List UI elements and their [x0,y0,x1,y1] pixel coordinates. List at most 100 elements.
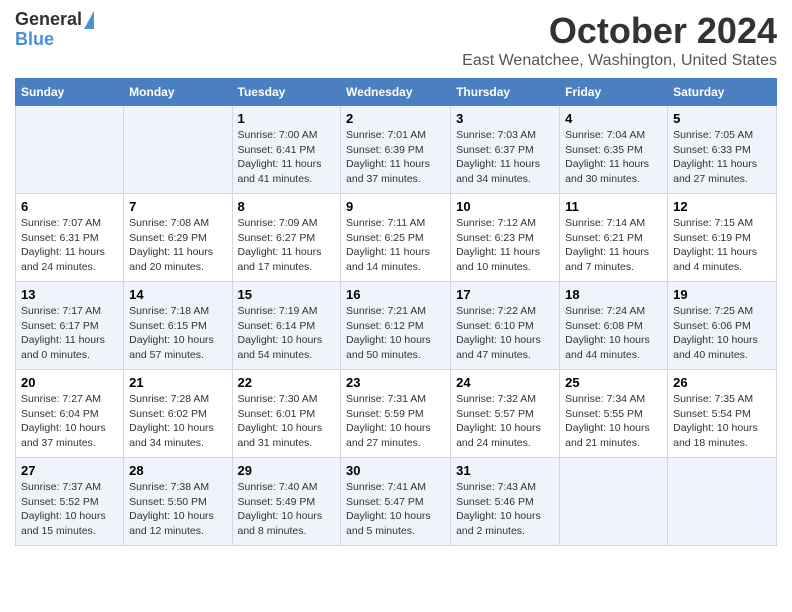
day-cell: 7 Sunrise: 7:08 AMSunset: 6:29 PMDaylight… [124,194,232,282]
day-info: Sunrise: 7:11 AMSunset: 6:25 PMDaylight:… [346,216,445,275]
day-info: Sunrise: 7:27 AMSunset: 6:04 PMDaylight:… [21,392,118,451]
week-row-3: 13 Sunrise: 7:17 AMSunset: 6:17 PMDayligh… [16,282,777,370]
day-info: Sunrise: 7:03 AMSunset: 6:37 PMDaylight:… [456,128,554,187]
day-cell: 22 Sunrise: 7:30 AMSunset: 6:01 PMDayligh… [232,370,341,458]
day-cell: 25 Sunrise: 7:34 AMSunset: 5:55 PMDayligh… [560,370,668,458]
week-row-4: 20 Sunrise: 7:27 AMSunset: 6:04 PMDayligh… [16,370,777,458]
day-number: 27 [21,463,118,478]
day-number: 13 [21,287,118,302]
day-cell: 11Sunrise: 7:14 AMSunset: 6:21 PMDayligh… [560,194,668,282]
weekday-header-friday: Friday [560,79,668,106]
day-cell [124,106,232,194]
day-number: 17 [456,287,554,302]
calendar-container: General Blue October 2024 East Wenatchee… [0,0,792,556]
day-number: 16 [346,287,445,302]
day-cell: 13 Sunrise: 7:17 AMSunset: 6:17 PMDayligh… [16,282,124,370]
day-cell: 16 Sunrise: 7:21 AMSunset: 6:12 PMDayligh… [341,282,451,370]
day-info: Sunrise: 7:38 AMSunset: 5:50 PMDaylight:… [129,480,226,539]
title-section: October 2024 East Wenatchee, Washington,… [462,10,777,70]
day-info: Sunrise: 7:07 AMSunset: 6:31 PMDaylight:… [21,216,118,275]
day-cell: 29Sunrise: 7:40 AMSunset: 5:49 PMDayligh… [232,458,341,546]
day-number: 20 [21,375,118,390]
week-row-5: 27 Sunrise: 7:37 AMSunset: 5:52 PMDayligh… [16,458,777,546]
day-number: 6 [21,199,118,214]
day-info: Sunrise: 7:22 AMSunset: 6:10 PMDaylight:… [456,304,554,363]
header: General Blue October 2024 East Wenatchee… [15,10,777,70]
day-info: Sunrise: 7:34 AMSunset: 5:55 PMDaylight:… [565,392,662,451]
day-cell: 18 Sunrise: 7:24 AMSunset: 6:08 PMDayligh… [560,282,668,370]
day-number: 18 [565,287,662,302]
day-cell: 24 Sunrise: 7:32 AMSunset: 5:57 PMDayligh… [451,370,560,458]
logo-text-blue: Blue [15,30,54,50]
day-number: 23 [346,375,445,390]
day-info: Sunrise: 7:18 AMSunset: 6:15 PMDaylight:… [129,304,226,363]
day-number: 25 [565,375,662,390]
day-number: 19 [673,287,771,302]
day-info: Sunrise: 7:14 AMSunset: 6:21 PMDaylight:… [565,216,662,275]
day-cell [16,106,124,194]
day-info: Sunrise: 7:30 AMSunset: 6:01 PMDaylight:… [238,392,336,451]
day-number: 29 [238,463,336,478]
day-info: Sunrise: 7:31 AMSunset: 5:59 PMDaylight:… [346,392,445,451]
day-info: Sunrise: 7:04 AMSunset: 6:35 PMDaylight:… [565,128,662,187]
day-info: Sunrise: 7:01 AMSunset: 6:39 PMDaylight:… [346,128,445,187]
day-number: 14 [129,287,226,302]
day-number: 31 [456,463,554,478]
day-cell: 3 Sunrise: 7:03 AMSunset: 6:37 PMDaylight… [451,106,560,194]
week-row-2: 6 Sunrise: 7:07 AMSunset: 6:31 PMDaylight… [16,194,777,282]
day-cell: 6 Sunrise: 7:07 AMSunset: 6:31 PMDaylight… [16,194,124,282]
day-number: 22 [238,375,336,390]
day-number: 10 [456,199,554,214]
day-cell: 17 Sunrise: 7:22 AMSunset: 6:10 PMDayligh… [451,282,560,370]
day-info: Sunrise: 7:37 AMSunset: 5:52 PMDaylight:… [21,480,118,539]
weekday-header-tuesday: Tuesday [232,79,341,106]
day-info: Sunrise: 7:09 AMSunset: 6:27 PMDaylight:… [238,216,336,275]
day-info: Sunrise: 7:21 AMSunset: 6:12 PMDaylight:… [346,304,445,363]
day-number: 21 [129,375,226,390]
day-info: Sunrise: 7:41 AMSunset: 5:47 PMDaylight:… [346,480,445,539]
day-info: Sunrise: 7:05 AMSunset: 6:33 PMDaylight:… [673,128,771,187]
day-number: 30 [346,463,445,478]
day-number: 5 [673,111,771,126]
day-number: 9 [346,199,445,214]
location-title: East Wenatchee, Washington, United State… [462,52,777,70]
day-cell [560,458,668,546]
day-number: 7 [129,199,226,214]
day-cell: 30 Sunrise: 7:41 AMSunset: 5:47 PMDayligh… [341,458,451,546]
calendar-table: SundayMondayTuesdayWednesdayThursdayFrid… [15,78,777,546]
logo-triangle-icon [84,11,94,29]
day-cell: 31 Sunrise: 7:43 AMSunset: 5:46 PMDayligh… [451,458,560,546]
day-info: Sunrise: 7:43 AMSunset: 5:46 PMDaylight:… [456,480,554,539]
day-cell: 19 Sunrise: 7:25 AMSunset: 6:06 PMDayligh… [668,282,777,370]
day-cell: 9 Sunrise: 7:11 AMSunset: 6:25 PMDaylight… [341,194,451,282]
day-info: Sunrise: 7:25 AMSunset: 6:06 PMDaylight:… [673,304,771,363]
day-cell: 15Sunrise: 7:19 AMSunset: 6:14 PMDayligh… [232,282,341,370]
day-cell: 21Sunrise: 7:28 AMSunset: 6:02 PMDayligh… [124,370,232,458]
day-info: Sunrise: 7:32 AMSunset: 5:57 PMDaylight:… [456,392,554,451]
weekday-header-row: SundayMondayTuesdayWednesdayThursdayFrid… [16,79,777,106]
weekday-header-wednesday: Wednesday [341,79,451,106]
day-number: 1 [238,111,336,126]
day-number: 26 [673,375,771,390]
day-info: Sunrise: 7:35 AMSunset: 5:54 PMDaylight:… [673,392,771,451]
day-number: 4 [565,111,662,126]
day-cell: 5 Sunrise: 7:05 AMSunset: 6:33 PMDaylight… [668,106,777,194]
day-info: Sunrise: 7:17 AMSunset: 6:17 PMDaylight:… [21,304,118,363]
day-number: 8 [238,199,336,214]
day-info: Sunrise: 7:24 AMSunset: 6:08 PMDaylight:… [565,304,662,363]
day-info: Sunrise: 7:19 AMSunset: 6:14 PMDaylight:… [238,304,336,363]
day-number: 3 [456,111,554,126]
day-cell: 23 Sunrise: 7:31 AMSunset: 5:59 PMDayligh… [341,370,451,458]
month-title: October 2024 [462,10,777,52]
day-number: 24 [456,375,554,390]
weekday-header-monday: Monday [124,79,232,106]
day-info: Sunrise: 7:12 AMSunset: 6:23 PMDaylight:… [456,216,554,275]
day-cell: 12Sunrise: 7:15 AMSunset: 6:19 PMDayligh… [668,194,777,282]
day-cell: 26 Sunrise: 7:35 AMSunset: 5:54 PMDayligh… [668,370,777,458]
day-cell: 2Sunrise: 7:01 AMSunset: 6:39 PMDaylight… [341,106,451,194]
day-cell: 4 Sunrise: 7:04 AMSunset: 6:35 PMDaylight… [560,106,668,194]
day-cell: 27 Sunrise: 7:37 AMSunset: 5:52 PMDayligh… [16,458,124,546]
day-info: Sunrise: 7:08 AMSunset: 6:29 PMDaylight:… [129,216,226,275]
week-row-1: 1Sunrise: 7:00 AMSunset: 6:41 PMDaylight… [16,106,777,194]
logo: General Blue [15,10,94,50]
